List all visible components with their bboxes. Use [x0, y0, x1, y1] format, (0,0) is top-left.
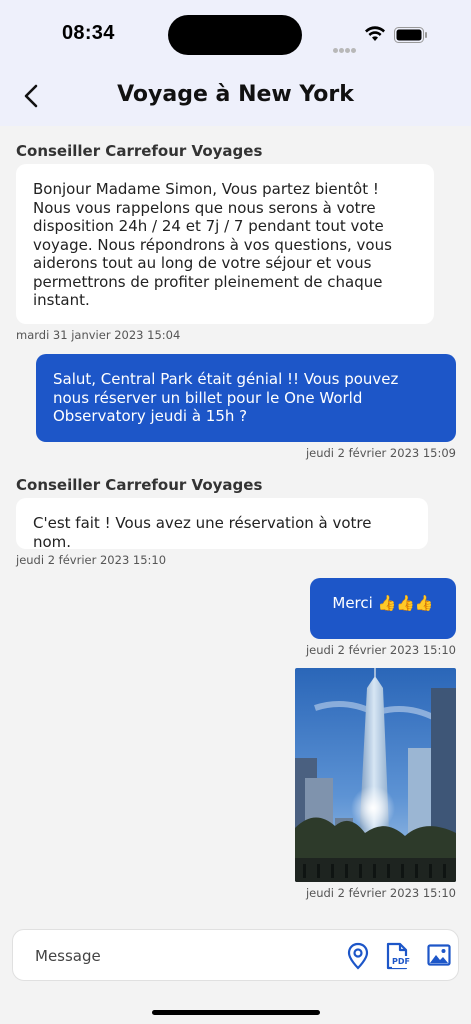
message-timestamp: mardi 31 janvier 2023 15:04 [16, 328, 181, 342]
message-sender: Conseiller Carrefour Voyages [16, 142, 263, 160]
message-timestamp: jeudi 2 février 2023 15:10 [16, 553, 167, 567]
image-icon[interactable] [427, 942, 451, 968]
message-timestamp: jeudi 2 février 2023 15:10 [305, 886, 456, 900]
outgoing-message-bubble: Merci 👍👍👍 [310, 578, 456, 639]
message-sender: Conseiller Carrefour Voyages [16, 476, 263, 494]
outgoing-message-bubble: Salut, Central Park était génial !! Vous… [36, 354, 456, 442]
one-world-trade-center-photo[interactable] [295, 668, 456, 882]
cellular-signal-icon [333, 38, 357, 57]
message-timestamp: jeudi 2 février 2023 15:09 [305, 446, 456, 460]
status-bar: 08:34 [0, 0, 471, 70]
battery-icon [394, 27, 427, 43]
location-icon[interactable] [347, 942, 369, 970]
dynamic-island [168, 15, 302, 55]
message-timestamp: jeudi 2 février 2023 15:10 [305, 643, 456, 657]
wifi-icon [365, 26, 385, 41]
message-composer: PDF [12, 929, 459, 981]
incoming-message-bubble: C'est fait ! Vous avez une réservation à… [16, 498, 428, 551]
pdf-icon-label: PDF [392, 957, 410, 966]
message-input[interactable] [33, 943, 337, 969]
incoming-message-bubble: Bonjour Madame Simon, Vous partez bientô… [16, 164, 434, 324]
pdf-icon[interactable]: PDF [386, 942, 410, 970]
home-indicator [152, 1010, 320, 1015]
status-time: 08:34 [62, 22, 115, 44]
chat-header: Voyage à New York [0, 70, 471, 126]
page-title: Voyage à New York [117, 82, 354, 107]
